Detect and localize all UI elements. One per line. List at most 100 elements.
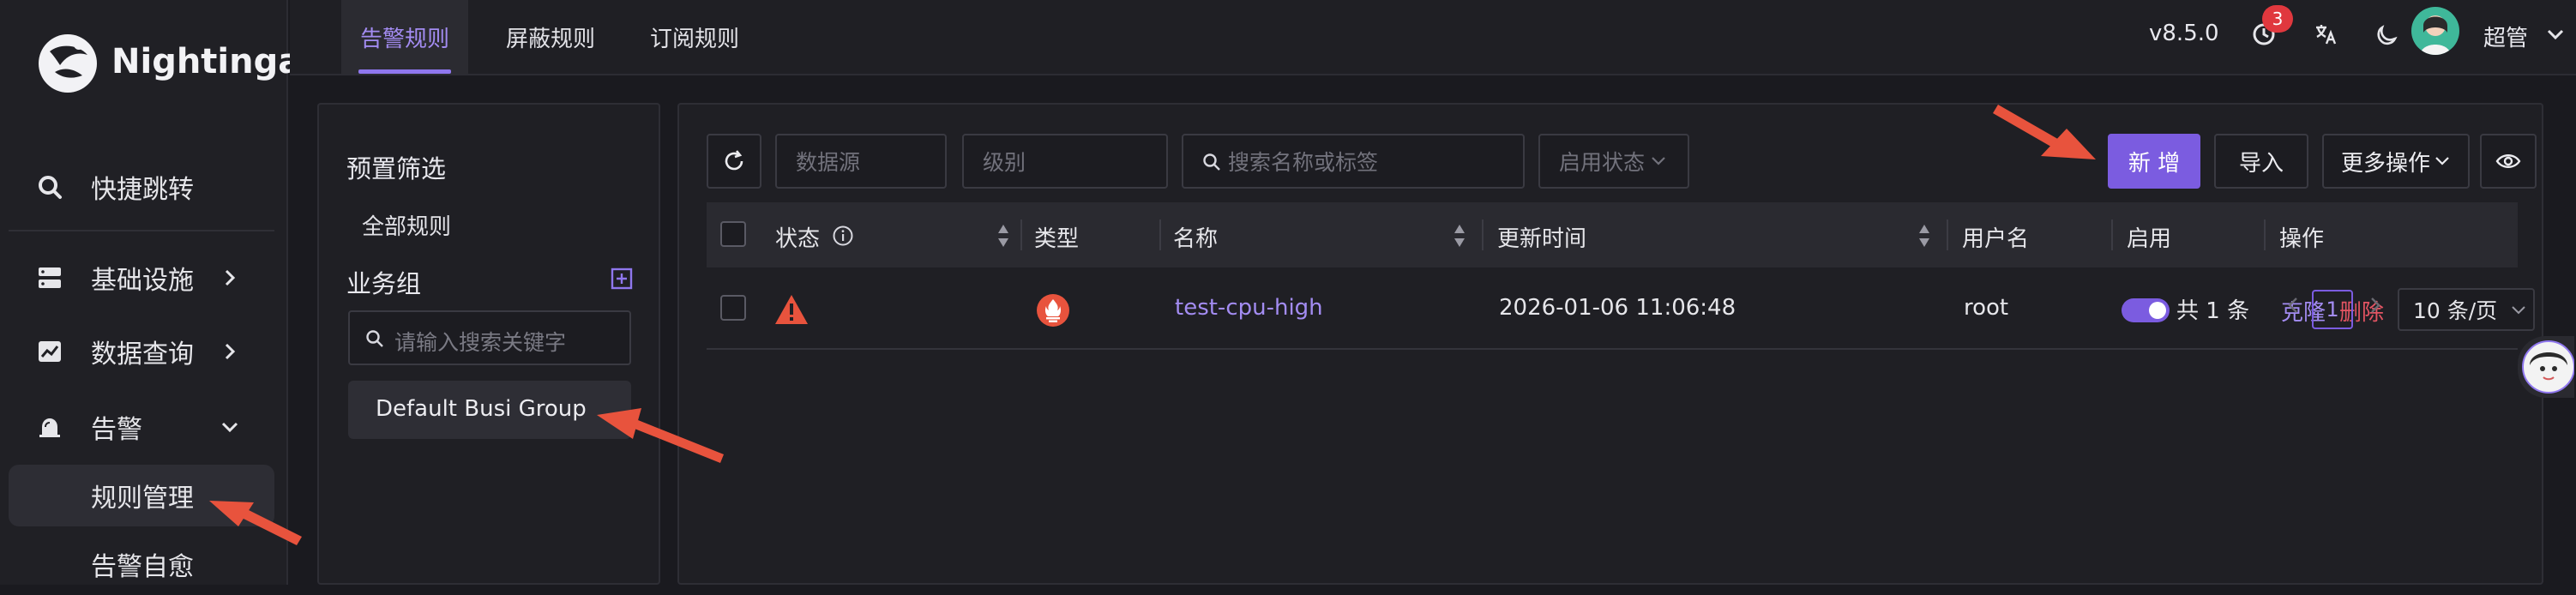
chevron-down-icon [1650,154,1667,171]
sidebar-divider [9,230,274,231]
business-group-title: 业务组 [346,269,422,298]
info-circle-icon[interactable] [832,225,854,250]
page-size-select[interactable]: 10 条/页 [2398,288,2535,331]
search-icon [33,170,67,204]
group-search-input[interactable]: 请输入搜索关键字 [348,310,631,365]
assistant-avatar[interactable] [2518,336,2575,398]
search-placeholder: 搜索名称或标签 [1228,150,1379,175]
filter-panel: 预置筛选 全部规则 业务组 请输入搜索关键字 Default Busi Grou… [317,103,660,585]
sidebar-item-label: 数据查询 [91,340,194,370]
column-header-actions: 操作 [2279,226,2325,252]
chart-icon [33,334,67,369]
datasource-placeholder: 数据源 [796,150,861,175]
warning-triangle-icon [773,293,810,329]
translate-icon[interactable] [2310,19,2341,50]
page-size-label: 10 条/页 [2413,298,2498,323]
chevron-right-icon [220,341,240,362]
tab-label: 屏蔽规则 [505,26,595,52]
sidebar-item-data-query[interactable]: 数据查询 [9,321,274,382]
sidebar: Nightingale 快捷跳转 基础设施 数据查询 告警 规则管理 告警自愈 [0,0,336,585]
add-group-icon[interactable] [611,267,633,290]
rule-user: root [1964,295,2009,321]
new-rule-button[interactable]: 新 增 [2108,134,2200,189]
sidebar-item-alerts[interactable]: 告警 [9,396,274,458]
search-placeholder: 请输入搜索关键字 [394,330,567,355]
user-name[interactable]: 超管 [2483,21,2528,52]
prometheus-icon [1036,293,1070,331]
column-divider [1020,219,1022,250]
more-actions-label: 更多操作 [2340,150,2430,177]
refresh-button[interactable] [707,134,761,189]
toggle-knob [2149,302,2166,319]
active-tab-indicator [358,69,451,74]
chevron-down-icon [220,417,240,437]
search-icon [365,329,384,352]
eye-icon [2495,154,2521,168]
sidebar-subitem-alert-self-healing[interactable]: 告警自愈 [9,533,274,595]
all-rules-link[interactable]: 全部规则 [362,209,451,241]
pagination-total: 共 1 条 [2176,298,2250,324]
column-divider [1482,219,1484,250]
business-group-item[interactable]: Default Busi Group [348,381,631,439]
severity-select[interactable]: 级别 [962,134,1168,189]
status-placeholder: 启用状态 [1559,150,1646,175]
column-divider [1947,219,1948,250]
user-avatar[interactable] [2411,7,2459,55]
alarm-bell-icon [33,410,67,444]
pagination-page[interactable]: 1 [2312,290,2353,329]
datasource-select[interactable]: 数据源 [775,134,947,189]
column-divider [1159,219,1161,250]
business-group-name: Default Busi Group [376,396,587,422]
search-icon [1202,153,1221,175]
pagination-next-icon[interactable] [2365,295,2386,316]
rule-search-input[interactable]: 搜索名称或标签 [1182,134,1525,189]
nightingale-logo-icon [39,34,97,93]
row-checkbox[interactable] [720,295,746,321]
tab-mute-rules[interactable]: 屏蔽规则 [487,0,614,74]
tab-label: 告警规则 [359,26,449,52]
column-divider [2111,219,2113,250]
rule-enabled-toggle[interactable] [2122,298,2170,322]
column-header-name: 名称 [1173,226,1219,252]
column-divider [2264,219,2266,250]
refresh-icon [725,150,743,171]
more-actions-button[interactable]: 更多操作 [2322,134,2470,189]
sidebar-item-quick-jump[interactable]: 快捷跳转 [9,156,274,218]
rule-name-link[interactable]: test-cpu-high [1175,295,1323,321]
tab-alert-rules[interactable]: 告警规则 [341,0,468,74]
preset-filter-title: 预置筛选 [346,154,447,183]
import-button[interactable]: 导入 [2214,134,2308,189]
sort-icon[interactable] [1453,223,1466,249]
notification-badge: 3 [2262,5,2293,33]
tab-label: 订阅规则 [649,26,739,52]
chevron-down-icon [2512,306,2525,315]
select-all-checkbox[interactable] [720,221,746,247]
column-header-status: 状态 [775,226,821,252]
pagination-prev-icon[interactable] [2283,295,2303,316]
severity-placeholder: 级别 [983,150,1026,175]
sort-icon[interactable] [996,223,1010,249]
sidebar-subitem-label: 规则管理 [91,484,194,514]
sidebar-subitem-label: 告警自愈 [91,552,194,582]
column-header-user: 用户名 [1962,226,2030,252]
sidebar-item-infrastructure[interactable]: 基础设施 [9,247,274,309]
sidebar-subitem-rule-management[interactable]: 规则管理 [9,465,274,526]
table-header: 状态 类型 名称 更新时间 用户名 启用 操作 [707,202,2518,267]
sidebar-item-label: 基础设施 [91,266,194,296]
column-header-type: 类型 [1034,226,1080,252]
sort-icon[interactable] [1917,223,1931,249]
chevron-right-icon [220,267,240,288]
rules-panel: 数据源 级别 搜索名称或标签 启用状态 新 增 导入 更多操作 状态 类型 名称 [677,103,2543,585]
column-visibility-button[interactable] [2480,134,2537,189]
chevron-down-icon [2435,157,2449,165]
enable-status-select[interactable]: 启用状态 [1538,134,1689,189]
tab-subscribe-rules[interactable]: 订阅规则 [631,0,758,74]
sidebar-item-label: 告警 [91,415,142,445]
top-bar: 告警规则 屏蔽规则 订阅规则 v8.5.0 3 超管 [290,0,2576,75]
moon-theme-icon[interactable] [2372,19,2403,50]
server-icon [33,261,67,295]
rule-updated-time: 2026-01-06 11:06:48 [1499,295,1736,321]
version-label: v8.5.0 [2149,21,2219,46]
chevron-down-icon[interactable] [2540,19,2571,50]
column-header-enabled: 启用 [2127,226,2172,252]
